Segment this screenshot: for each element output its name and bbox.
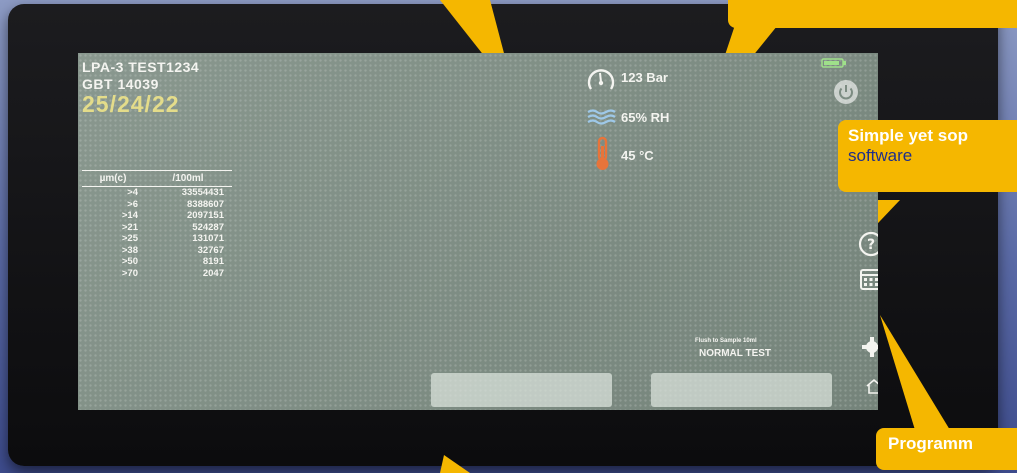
size-cell: >21 (121, 221, 138, 233)
table-row: >25 131071 (82, 233, 232, 245)
model-line: LPA-3 TEST1234 (82, 59, 200, 75)
table-row: >4 33554431 (82, 187, 232, 199)
count-cell: 33554431 (181, 187, 224, 198)
count-cell: 8388607 (187, 198, 224, 210)
svg-text:?: ? (867, 237, 875, 253)
contamination-code: 25/24/22 (82, 91, 180, 117)
callout-pointer-bottom (440, 455, 470, 473)
battery-icon (821, 58, 846, 68)
right-action-button[interactable] (651, 373, 832, 407)
size-cell: >38 (121, 244, 138, 256)
particle-count-table: µm(c) /100ml >4 33554431 >6 8388607 >14 20971… (82, 170, 232, 279)
count-cell: 2047 (202, 267, 224, 279)
count-cell: 32767 (197, 244, 224, 256)
column-header-count: /100ml (144, 170, 232, 187)
size-cell: >6 (127, 198, 138, 210)
callout-software-line1: Simple yet sop (848, 126, 968, 145)
size-cell: >14 (121, 210, 138, 221)
count-cell: 131071 (192, 233, 224, 244)
calendar-icon[interactable] (859, 267, 878, 291)
help-icon[interactable]: ? (858, 231, 878, 257)
count-cell: 524287 (192, 221, 224, 233)
callout-software-line2: software (848, 146, 913, 165)
humidity-readout: 65% RH (621, 110, 670, 125)
callout-programmable: Programm (876, 428, 1017, 470)
column-header-size: µm(c) (82, 170, 144, 187)
table-row: >6 8388607 (82, 199, 232, 211)
temperature-readout: 45 °C (621, 148, 654, 163)
test-mode-label: NORMAL TEST (699, 348, 772, 359)
gauge-icon (587, 69, 615, 90)
touch-screen[interactable]: LPA-3 TEST1234 GBT 14039 25/24/22 µm(c) … (78, 53, 878, 410)
table-row: >14 2097151 (82, 210, 232, 222)
power-icon[interactable] (833, 79, 859, 105)
count-cell: 2097151 (187, 210, 224, 221)
pressure-readout: 123 Bar (621, 70, 668, 85)
count-cell: 8191 (202, 256, 224, 267)
humidity-icon (587, 109, 616, 125)
thermometer-icon (596, 136, 609, 170)
table-row: >70 2047 (82, 268, 232, 280)
callout-software: Simple yet sop software (838, 120, 1017, 192)
size-cell: >25 (121, 233, 138, 244)
callout-pointer-programmable (880, 315, 950, 430)
callout-programmable-text: Programm (888, 434, 974, 453)
home-icon[interactable] (866, 378, 878, 394)
size-cell: >4 (127, 187, 138, 198)
table-row: >38 32767 (82, 245, 232, 257)
settings-icon[interactable] (862, 337, 878, 357)
callout-top-right (728, 0, 1017, 28)
table-row: >50 8191 (82, 256, 232, 268)
size-cell: >50 (121, 256, 138, 267)
table-row: >21 524287 (82, 222, 232, 234)
test-mode-subtitle: Flush to Sample 10ml (695, 338, 757, 344)
size-cell: >70 (121, 267, 138, 279)
left-action-button[interactable] (431, 373, 612, 407)
standard-line: GBT 14039 (82, 76, 159, 92)
